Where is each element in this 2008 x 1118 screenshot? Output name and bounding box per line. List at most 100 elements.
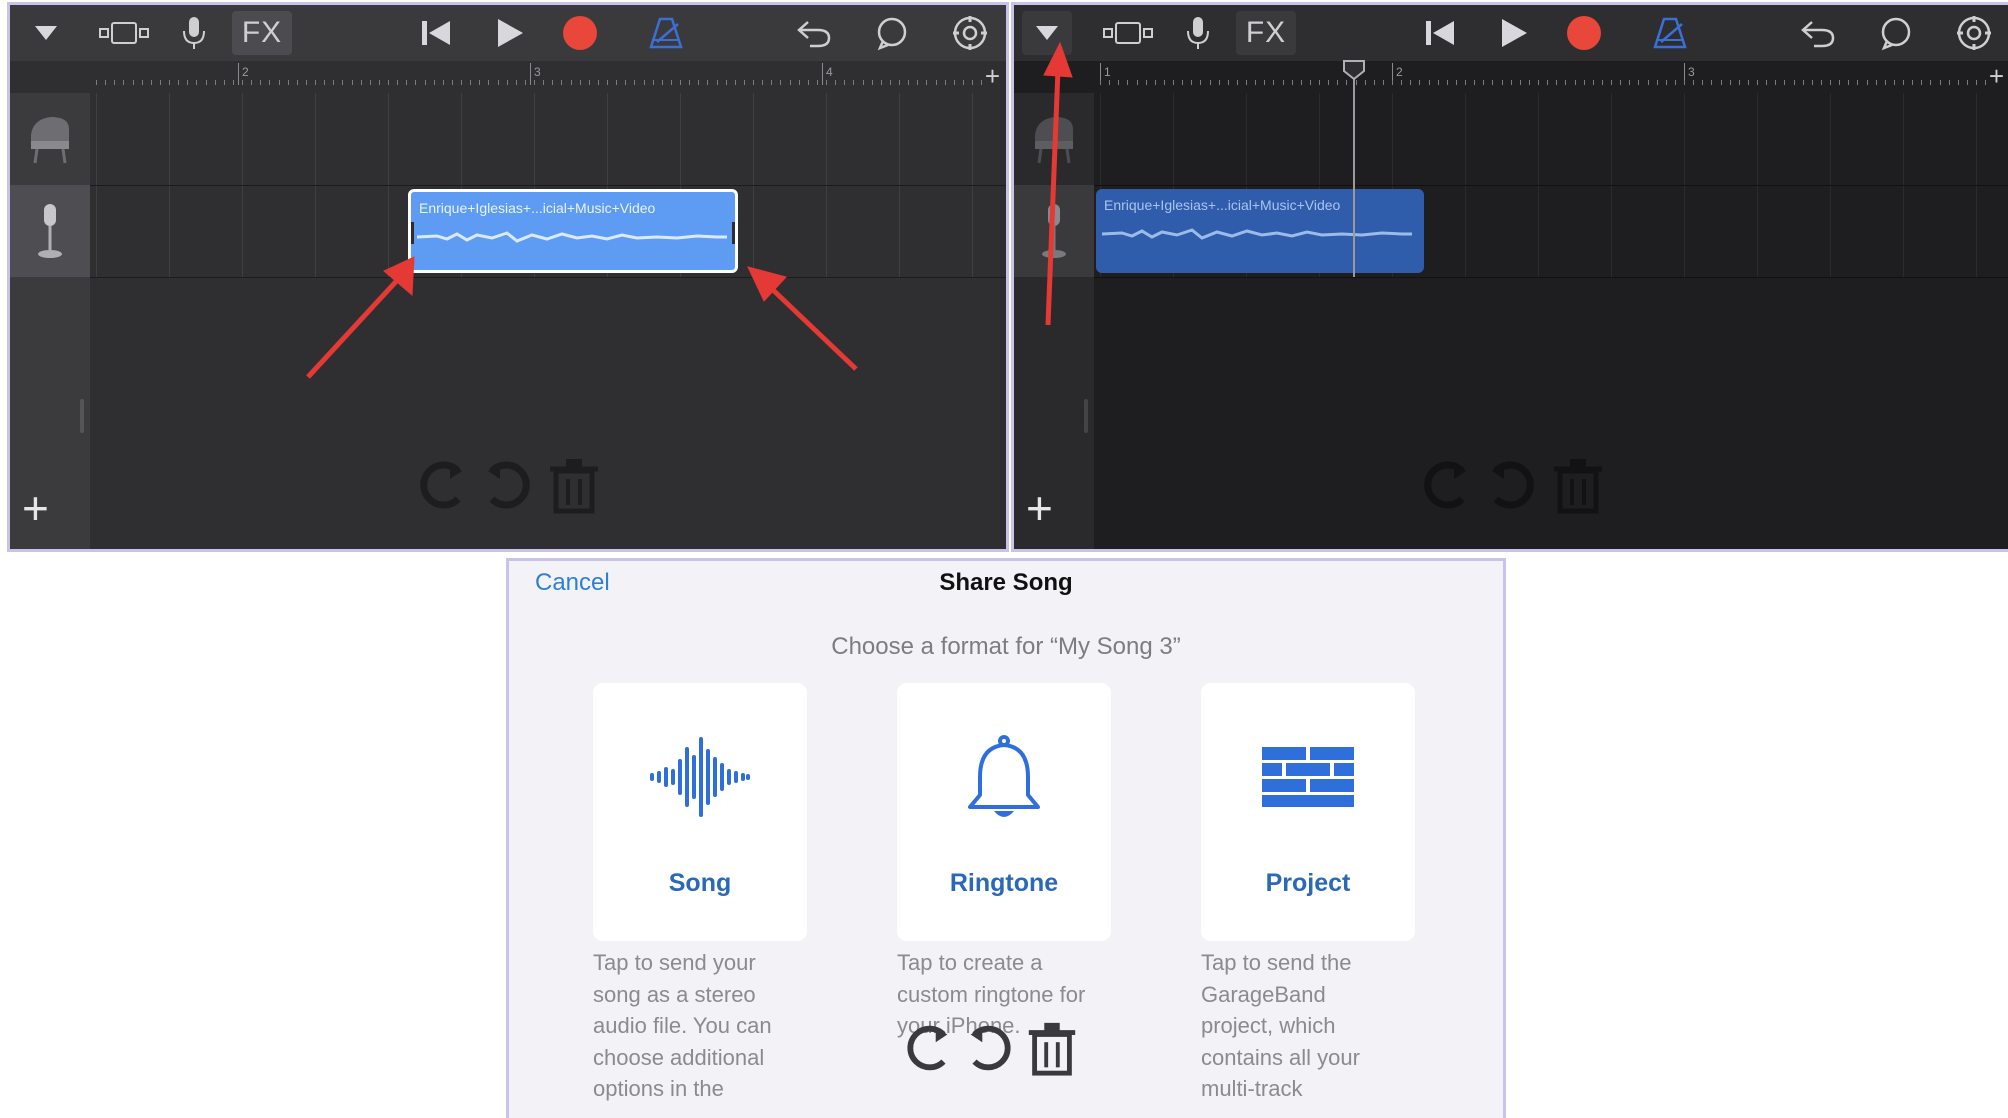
fx-button[interactable]: FX [1236, 11, 1296, 55]
region-trim-handle-left[interactable] [411, 222, 414, 244]
ruler-tick [369, 80, 371, 85]
metronome-icon[interactable] [1648, 11, 1692, 55]
ruler-tick [1784, 80, 1786, 85]
timeline-ruler[interactable]: 1 2 3 [1094, 63, 2008, 93]
track-resize-handle[interactable] [1084, 399, 1088, 433]
ruler-tick [1556, 80, 1558, 85]
ruler-tick [926, 80, 928, 85]
ruler-tick [862, 80, 864, 85]
ruler-tick [1930, 80, 1932, 85]
track-header-piano[interactable] [1014, 93, 1094, 185]
region-trim-handle-right[interactable] [732, 222, 735, 244]
rotate-right-icon[interactable] [1482, 455, 1542, 515]
dropdown-arrow-icon[interactable] [24, 11, 68, 55]
play-icon[interactable] [1492, 11, 1536, 55]
record-icon[interactable] [1562, 11, 1606, 55]
ruler-tick [552, 80, 554, 85]
project-option-description: Tap to send the GarageBand project, whic… [1201, 947, 1415, 1105]
loop-icon[interactable] [870, 11, 914, 55]
track-resize-handle[interactable] [80, 399, 84, 433]
dialog-subtitle: Choose a format for “My Song 3” [831, 633, 1181, 660]
ringtone-option-card[interactable]: Ringtone [897, 683, 1111, 941]
ruler-tick [588, 80, 590, 85]
timeline-ruler[interactable]: 2 3 4 [90, 63, 1006, 93]
ruler-tick [972, 80, 973, 85]
add-section-button[interactable]: + [1989, 61, 2004, 92]
playhead-line [1353, 61, 1355, 277]
rotate-left-icon[interactable] [412, 455, 472, 515]
ruler-tick [433, 80, 435, 85]
settings-icon[interactable] [1952, 11, 1996, 55]
bell-icon [968, 735, 1040, 817]
ruler-tick [935, 80, 937, 85]
track-headers: + [1014, 93, 1094, 549]
dropdown-arrow-icon[interactable] [1022, 11, 1072, 55]
ruler-tick [524, 80, 526, 85]
ruler-tick [798, 80, 800, 85]
rotate-left-icon[interactable] [1416, 455, 1476, 515]
rotate-left-icon[interactable] [899, 1019, 957, 1077]
tracks-view-icon[interactable] [96, 11, 154, 55]
description-line: custom ringtone for [897, 981, 1086, 1007]
fx-label: FX [1245, 16, 1287, 49]
ruler-tick [150, 80, 152, 85]
track-header-audio-recorder[interactable] [1014, 185, 1094, 277]
ruler-tick [652, 80, 654, 85]
add-track-button[interactable]: + [22, 485, 49, 531]
add-section-button[interactable]: + [985, 61, 1000, 92]
song-option-card[interactable]: Song [593, 683, 807, 941]
microphone-icon[interactable] [1180, 11, 1216, 55]
tracks-grid[interactable]: Enrique+Iglesias+...icial+Music+Video [90, 93, 1006, 549]
ruler-tick [1428, 80, 1430, 85]
skip-back-icon[interactable] [1418, 11, 1462, 55]
undo-icon[interactable] [1796, 11, 1840, 55]
microphone-icon[interactable] [176, 11, 212, 55]
ruler-tick [789, 80, 791, 85]
garageband-tracks-panel-right: FX 1 2 3 + + Enrique+Iglesias+...icial+M… [1011, 2, 2008, 552]
trash-icon[interactable] [1023, 1019, 1081, 1077]
ruler-tick [1738, 80, 1740, 85]
skip-back-icon[interactable] [414, 11, 458, 55]
description-line: audio file. You can [593, 1013, 772, 1038]
undo-icon[interactable] [792, 11, 836, 55]
ruler-tick [643, 80, 645, 85]
ruler-tick [305, 80, 307, 85]
tracks-grid[interactable]: Enrique+Iglesias+...icial+Music+Video [1094, 60, 2008, 549]
ruler-tick [223, 80, 225, 85]
ruler-tick [1300, 80, 1302, 85]
fx-button[interactable]: FX [232, 11, 292, 55]
audio-region-selected[interactable]: Enrique+Iglesias+...icial+Music+Video [408, 189, 738, 273]
record-icon[interactable] [558, 11, 602, 55]
settings-icon[interactable] [948, 11, 992, 55]
ruler-tick [296, 80, 298, 85]
ruler-tick [1693, 80, 1695, 85]
trash-icon[interactable] [544, 455, 604, 515]
description-line: Tap to send the [1201, 950, 1352, 975]
ruler-tick [780, 80, 782, 85]
rotate-right-icon[interactable] [478, 455, 538, 515]
audio-region[interactable]: Enrique+Iglesias+...icial+Music+Video [1096, 189, 1424, 273]
track-header-audio-recorder[interactable] [10, 185, 90, 277]
trash-icon[interactable] [1548, 455, 1608, 515]
playhead-handle-icon[interactable] [1342, 59, 1366, 81]
metronome-icon[interactable] [644, 11, 688, 55]
ruler-tick [1802, 80, 1804, 85]
ruler-tick [515, 80, 517, 85]
loop-icon[interactable] [1874, 11, 1918, 55]
play-icon[interactable] [488, 11, 532, 55]
tracks-view-icon[interactable] [1100, 11, 1158, 55]
ruler-tick [1309, 80, 1311, 85]
ruler-tick [661, 80, 663, 85]
add-track-button[interactable]: + [1026, 485, 1053, 531]
bricks-icon [1262, 747, 1354, 807]
ruler-tick [1857, 80, 1859, 85]
ruler-tick [1729, 80, 1731, 85]
ruler-tick [205, 80, 207, 85]
project-option-card[interactable]: Project [1201, 683, 1415, 941]
ruler-tick [260, 80, 262, 85]
ruler-tick [1273, 80, 1275, 85]
track-header-piano[interactable] [10, 93, 90, 185]
ruler-tick [96, 80, 97, 85]
rotate-right-icon[interactable] [961, 1019, 1019, 1077]
ruler-bar-number: 3 [1688, 65, 1695, 79]
